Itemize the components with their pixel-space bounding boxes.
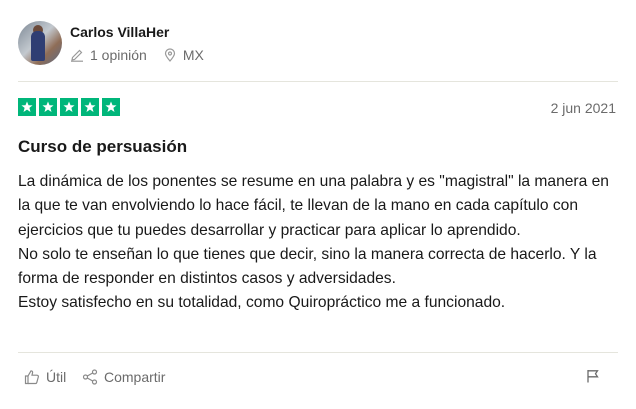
star-icon xyxy=(39,98,57,116)
country-label: MX xyxy=(182,47,204,63)
useful-button[interactable]: Útil xyxy=(24,369,66,385)
review-paragraph: Estoy satisfecho en su totalidad, como Q… xyxy=(18,294,506,312)
share-label: Compartir xyxy=(104,369,166,385)
reviewer-name[interactable]: Carlos VillaHer xyxy=(70,24,169,40)
star-rating xyxy=(18,98,123,116)
header-divider xyxy=(18,81,618,82)
star-icon xyxy=(60,98,78,116)
reviewer-meta: 1 opinión MX xyxy=(70,47,220,63)
footer-divider xyxy=(18,352,618,353)
reviews-count-label: 1 opinión xyxy=(90,47,147,63)
reviewer-country: MX xyxy=(163,47,204,63)
location-pin-icon xyxy=(164,48,175,62)
avatar[interactable] xyxy=(18,21,62,65)
avatar-figure xyxy=(31,31,45,61)
share-icon xyxy=(82,369,98,385)
review-actions: Útil Compartir xyxy=(24,369,614,389)
review-date: 2 jun 2021 xyxy=(550,100,616,116)
flag-icon xyxy=(587,370,599,383)
star-icon xyxy=(81,98,99,116)
review-body: La dinámica de los ponentes se resume en… xyxy=(18,170,618,316)
review-title[interactable]: Curso de persuasión xyxy=(18,137,187,157)
review-paragraph: No solo te enseñan lo que tienes que dec… xyxy=(18,245,597,288)
report-button[interactable] xyxy=(586,369,600,386)
useful-label: Útil xyxy=(46,369,67,385)
share-button[interactable]: Compartir xyxy=(82,369,165,385)
reviews-count: 1 opinión xyxy=(70,47,147,63)
star-icon xyxy=(18,98,36,116)
thumbs-up-icon xyxy=(24,370,39,385)
pencil-icon xyxy=(71,49,83,62)
star-icon xyxy=(102,98,120,116)
reviewer-header: Carlos VillaHer 1 opinión MX xyxy=(18,18,618,68)
review-paragraph: La dinámica de los ponentes se resume en… xyxy=(18,173,609,239)
